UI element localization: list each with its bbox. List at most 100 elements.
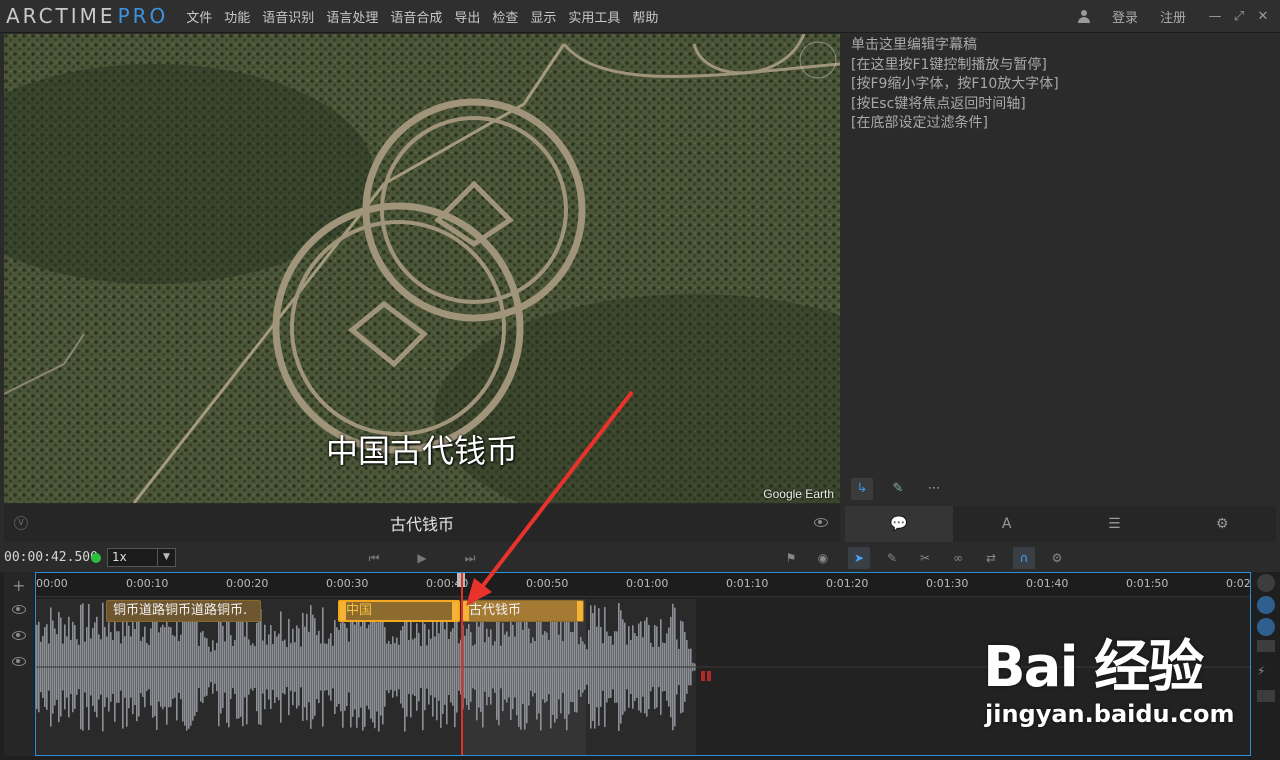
pie-icon[interactable]	[1257, 596, 1275, 614]
eye-icon[interactable]	[12, 631, 26, 640]
timeline-side-tools: ⚡	[1254, 572, 1280, 756]
tick-label: 0:00:10	[126, 577, 169, 590]
account-area: 登录 注册 — ⤢ ✕	[1077, 0, 1280, 33]
tick-label: 0:00:50	[526, 577, 569, 590]
play-icon[interactable]: ▶	[413, 549, 431, 567]
tab-style[interactable]: A	[952, 506, 1061, 542]
main-menu: 文件 功能 语音识别 语言处理 语音合成 导出 检查 显示 实用工具 帮助	[186, 7, 670, 26]
chevron-down-icon[interactable]: ▼	[157, 549, 175, 566]
minimize-icon[interactable]: —	[1208, 9, 1222, 24]
subtitle-view-icon[interactable]	[1257, 690, 1275, 702]
maximize-icon[interactable]: ⤢	[1232, 9, 1246, 24]
login-link[interactable]: 登录	[1112, 7, 1138, 26]
close-icon[interactable]: ✕	[1256, 9, 1270, 24]
editor-line: [在底部设定过滤条件]	[851, 115, 988, 131]
lightning-icon[interactable]: ⚡	[1257, 664, 1275, 678]
tick-label: 0:01:10	[726, 577, 769, 590]
voice-toggle-icon[interactable]: V	[14, 516, 28, 530]
font-a-icon: A	[1001, 516, 1012, 532]
register-link[interactable]: 注册	[1160, 7, 1186, 26]
watermark-brand: Bai 经验	[983, 635, 1204, 700]
gear-icon[interactable]: ⚙	[1046, 547, 1068, 569]
menu-speech-recognition[interactable]: 语音识别	[262, 7, 314, 26]
speech-bubble-icon: 💬	[890, 516, 908, 532]
eye-icon[interactable]	[814, 518, 828, 527]
track-header: +	[4, 572, 34, 756]
google-earth-credit: Google Earth	[763, 487, 834, 501]
tick-label: 0:01:50	[1126, 577, 1169, 590]
speed-value: 1x	[112, 550, 127, 564]
link-icon[interactable]: ∞	[947, 547, 969, 569]
clip-start-handle[interactable]	[463, 601, 469, 621]
tick-label: 0:01:30	[926, 577, 969, 590]
video-preview[interactable]: 中国古代钱币 Google Earth	[4, 34, 840, 503]
transport-bar: 00:00:42.500 1x ▼ ⏮ ▶ ⏭ ⚑ ◉ ➤ ✎ ✂ ∞ ⇄ ∩ …	[0, 545, 1280, 571]
menu-bar: ARCTIME PRO 文件 功能 语音识别 语言处理 语音合成 导出 检查 显示…	[0, 0, 1280, 33]
zoom-knob-icon[interactable]	[1257, 574, 1275, 592]
menu-help[interactable]: 帮助	[632, 7, 658, 26]
timecode: 00:00:42.500	[4, 550, 98, 565]
pencil-icon[interactable]: ✎	[887, 478, 909, 500]
editor-line: [按F9缩小字体，按F10放大字体]	[851, 76, 1059, 92]
eye-icon[interactable]	[12, 605, 26, 614]
clip-end-handle[interactable]	[577, 601, 583, 621]
speed-select[interactable]: 1x ▼	[107, 548, 176, 567]
current-subtitle-bar: V 古代钱币	[4, 504, 840, 542]
import-arrow-icon[interactable]: ↳	[851, 478, 873, 500]
editor-tabs: 💬 A ☰ ⚙	[845, 506, 1276, 542]
user-icon	[1077, 9, 1090, 24]
editor-line: [按Esc键将焦点返回时间轴]	[851, 95, 1026, 112]
logo-main: ARCTIME	[6, 4, 116, 28]
scissors-icon[interactable]: ✂	[914, 547, 936, 569]
tick-label: 0:00:20	[226, 577, 269, 590]
more-icon[interactable]: ⋯	[923, 478, 945, 500]
playhead[interactable]	[461, 573, 463, 755]
app-logo: ARCTIME PRO	[6, 4, 168, 28]
sliders-icon: ⚙	[1215, 516, 1229, 532]
bookmark-icon[interactable]: ⚑	[780, 547, 802, 569]
clip-end-handle[interactable]	[452, 602, 458, 620]
swap-icon[interactable]: ⇄	[980, 547, 1002, 569]
tick-label: 0:02	[1226, 577, 1251, 590]
menu-file[interactable]: 文件	[186, 7, 212, 26]
subtitle-clip[interactable]: 古代钱币	[462, 600, 584, 622]
editor-toolbar: ↳ ✎ ⋯	[845, 472, 1276, 506]
magnet-icon[interactable]: ∩	[1013, 547, 1035, 569]
subtitle-clip-selected[interactable]: 中国	[338, 600, 460, 622]
pie-icon[interactable]	[1257, 618, 1275, 636]
previous-icon[interactable]: ⏮	[365, 549, 383, 567]
time-ruler[interactable]: 00:00 0:00:10 0:00:20 0:00:30 0:00:40 0:…	[36, 573, 1250, 597]
tab-settings[interactable]: ⚙	[1168, 506, 1276, 542]
add-track-icon[interactable]: +	[12, 576, 25, 595]
tick-label: 00:00	[36, 577, 68, 590]
tick-label: 0:01:40	[1026, 577, 1069, 590]
edit-tool-icon[interactable]: ✎	[881, 547, 903, 569]
tab-list[interactable]: ☰	[1060, 506, 1169, 542]
editor-line: [在这里按F1键控制播放与暂停]	[851, 56, 1047, 73]
tick-label: 0:00:30	[326, 577, 369, 590]
pointer-tool-icon[interactable]: ➤	[848, 547, 870, 569]
menu-language-processing[interactable]: 语言处理	[326, 7, 378, 26]
menu-function[interactable]: 功能	[224, 7, 250, 26]
menu-speech-synthesis[interactable]: 语音合成	[390, 7, 442, 26]
camera-icon[interactable]: ◉	[812, 547, 834, 569]
editor-line: 单击这里编辑字幕稿	[851, 37, 977, 53]
watermark-url: jingyan.baidu.com	[985, 700, 1235, 728]
next-icon[interactable]: ⏭	[461, 549, 479, 567]
menu-tools[interactable]: 实用工具	[568, 7, 620, 26]
subtitle-clip-text: 中国	[346, 603, 373, 618]
subtitle-clip-text: 古代钱币	[469, 603, 522, 618]
menu-export[interactable]: 导出	[454, 7, 480, 26]
clip-start-handle[interactable]	[340, 602, 346, 620]
tick-label: 0:01:20	[826, 577, 869, 590]
current-subtitle-text[interactable]: 古代钱币	[390, 511, 454, 535]
menu-check[interactable]: 检查	[492, 7, 518, 26]
menu-display[interactable]: 显示	[530, 7, 556, 26]
tab-comments[interactable]: 💬	[845, 506, 953, 542]
subtitle-clip[interactable]: 铜币道路铜币道路铜币.	[106, 600, 261, 622]
list-icon: ☰	[1108, 516, 1121, 532]
eye-icon[interactable]	[12, 657, 26, 666]
waveform-view-icon[interactable]	[1257, 640, 1275, 652]
video-subtitle-overlay: 中国古代钱币	[326, 432, 519, 470]
script-editor[interactable]: 单击这里编辑字幕稿 [在这里按F1键控制播放与暂停] [按F9缩小字体，按F10…	[845, 34, 1276, 471]
